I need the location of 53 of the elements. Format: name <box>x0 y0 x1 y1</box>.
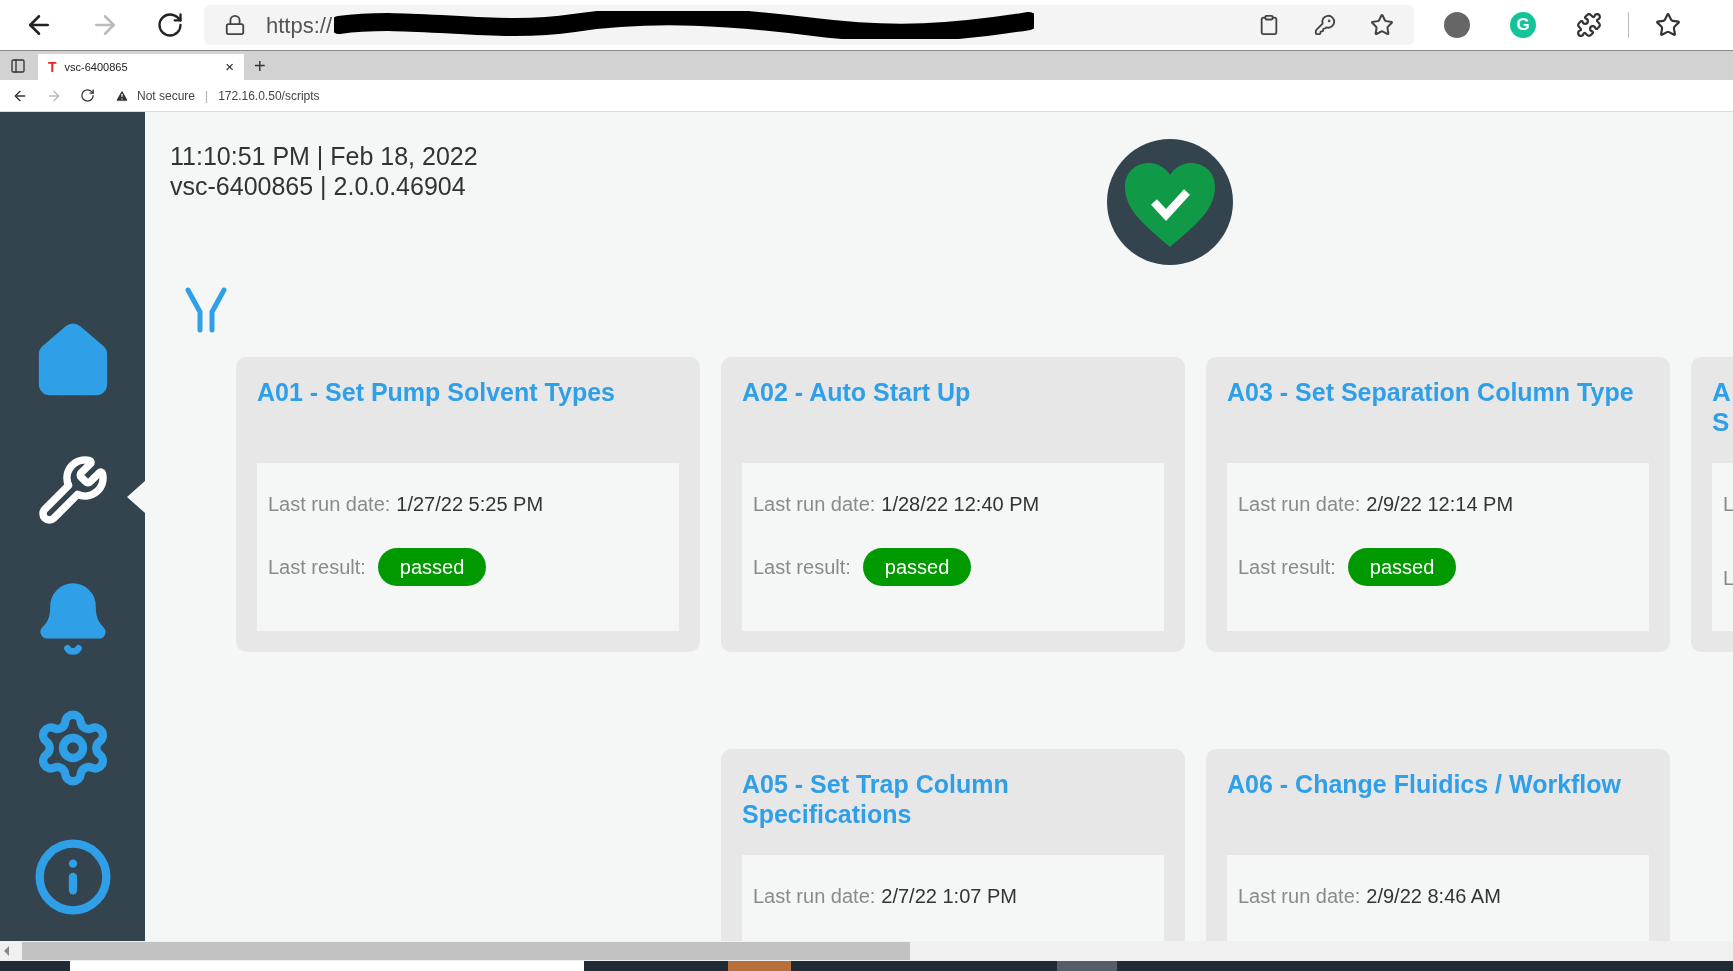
lock-icon <box>224 14 246 36</box>
field-label: Last run date: <box>1238 884 1361 908</box>
script-card[interactable]: A06 - Change Fluidics / Workflow Last run date: 2/9/22 8:46 AM <box>1206 749 1670 941</box>
field-label: Last run date: <box>753 884 876 908</box>
extensions-icon[interactable] <box>1576 12 1602 38</box>
card-title: S <box>1712 407 1731 437</box>
favicon: T <box>48 57 57 77</box>
field-label: L <box>1723 492 1733 516</box>
refresh-icon[interactable] <box>156 11 184 39</box>
field-label: Last run date: <box>268 492 391 516</box>
scrollbar-thumb[interactable] <box>22 942 910 960</box>
last-run-date: 2/9/22 8:46 AM <box>1366 884 1501 908</box>
security-label[interactable]: Not secure <box>137 86 196 105</box>
field-label: Last result: <box>1238 555 1336 580</box>
add-favorite-icon[interactable] <box>1370 13 1394 37</box>
last-run-date: 1/27/22 5:25 PM <box>396 492 544 516</box>
key-icon[interactable] <box>1314 14 1336 36</box>
tab-title: vsc-6400865 <box>64 59 128 75</box>
extension-icon[interactable] <box>1444 12 1470 38</box>
script-card[interactable]: A03 - Set Separation Column Type Last run date: 2/9/22 12:14 PM Last result: passed <box>1206 357 1670 652</box>
address-field[interactable]: https:// <box>204 5 1414 45</box>
script-card[interactable]: A01 - Set Pump Solvent Types Last run date: 1/27/22 5:25 PM Last result: passed <box>236 357 700 652</box>
new-tab-button[interactable]: + <box>254 55 266 77</box>
last-run-date: 2/7/22 1:07 PM <box>881 884 1017 908</box>
url-text[interactable]: 172.16.0.50/scripts <box>218 86 320 105</box>
tools-icon[interactable] <box>36 454 109 527</box>
address-text: https:// <box>266 11 333 40</box>
antenna-icon[interactable] <box>182 284 230 334</box>
separator-text: | <box>205 87 209 105</box>
tab-close[interactable]: × <box>225 55 234 79</box>
warning-icon <box>115 88 129 103</box>
last-run-date: 1/28/22 12:40 PM <box>881 492 1040 516</box>
field-label: Last result: <box>753 555 851 580</box>
result-pill: passed <box>1347 548 1457 586</box>
result-pill: passed <box>377 548 487 586</box>
scroll-left-arrow[interactable] <box>4 946 9 956</box>
card-title: A <box>1712 377 1732 407</box>
health-status-icon <box>1107 139 1233 265</box>
browser-tab[interactable]: T vsc-6400865 × <box>38 54 244 80</box>
result-pill: passed <box>862 548 972 586</box>
field-label: L <box>1723 566 1733 590</box>
favorites-icon[interactable] <box>1655 12 1681 38</box>
field-label: Last run date: <box>1238 492 1361 516</box>
tab-actions-icon[interactable] <box>10 58 26 74</box>
script-card[interactable]: A02 - Auto Start Up Last run date: 1/28/22 12:40 PM Last result: passed <box>721 357 1185 652</box>
refresh-icon[interactable] <box>80 88 95 103</box>
field-label: Last run date: <box>753 492 876 516</box>
last-run-date: 2/9/22 12:14 PM <box>1366 492 1514 516</box>
device-text: vsc-6400865 | 2.0.0.46904 <box>170 171 467 201</box>
clipboard-icon[interactable] <box>1258 14 1280 36</box>
datetime-text: 11:10:51 PM | Feb 18, 2022 <box>170 141 479 171</box>
field-label: Last result: <box>268 555 366 580</box>
script-card[interactable]: A05 - Set Trap Column Specifications Last run date: 2/7/22 1:07 PM <box>721 749 1185 941</box>
